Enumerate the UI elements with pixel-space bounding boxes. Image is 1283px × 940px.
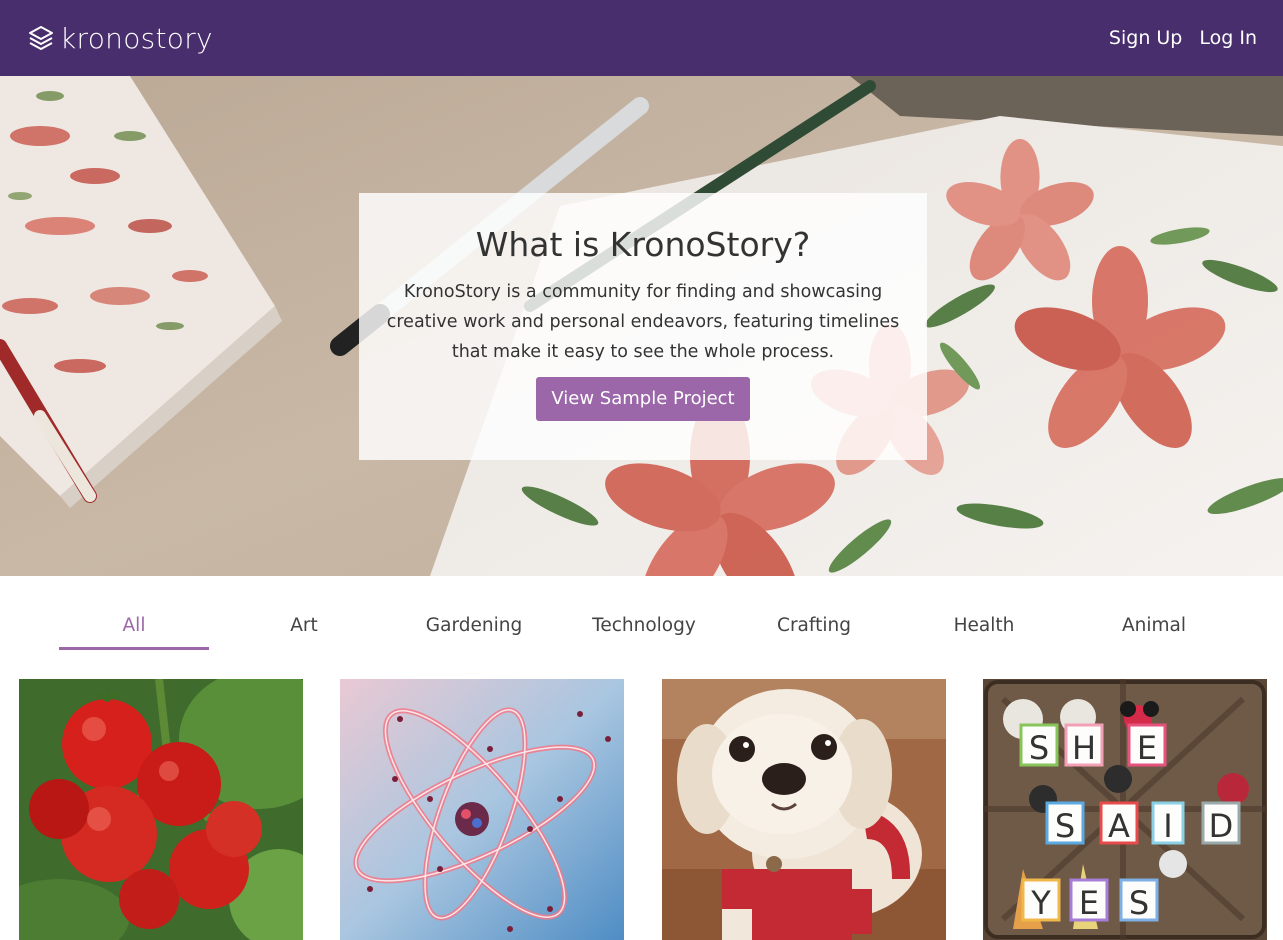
hero-info-card: What is KronoStory? KronoStory is a comm… xyxy=(359,193,927,460)
letters-image: S H E S A I D Y E S xyxy=(983,679,1267,940)
project-card-tomatoes[interactable] xyxy=(19,679,303,940)
brand-logo-link[interactable]: kronostory xyxy=(28,18,213,58)
svg-text:E: E xyxy=(1137,729,1157,767)
tab-animal[interactable]: Animal xyxy=(1069,600,1239,650)
tab-crafting[interactable]: Crafting xyxy=(729,600,899,650)
login-link[interactable]: Log In xyxy=(1199,27,1257,49)
tab-health[interactable]: Health xyxy=(899,600,1069,650)
category-tabs: All Art Gardening Technology Crafting He… xyxy=(49,600,1239,650)
tab-art[interactable]: Art xyxy=(219,600,389,650)
brand-name: kronostory xyxy=(60,21,213,55)
svg-text:D: D xyxy=(1209,807,1234,845)
top-navbar: kronostory Sign Up Log In xyxy=(0,0,1283,76)
atom-image xyxy=(340,679,624,940)
svg-text:S: S xyxy=(1055,807,1075,845)
tab-technology[interactable]: Technology xyxy=(559,600,729,650)
svg-text:S: S xyxy=(1129,884,1149,922)
view-sample-project-button[interactable]: View Sample Project xyxy=(536,377,750,421)
svg-text:Y: Y xyxy=(1030,884,1051,922)
hero-title: What is KronoStory? xyxy=(475,225,811,264)
signup-link[interactable]: Sign Up xyxy=(1109,27,1182,49)
svg-text:H: H xyxy=(1072,729,1096,767)
layers-icon xyxy=(29,26,53,50)
nav-links: Sign Up Log In xyxy=(1092,0,1257,76)
svg-text:E: E xyxy=(1079,884,1099,922)
dog-image xyxy=(662,679,946,940)
tab-all[interactable]: All xyxy=(49,600,219,650)
hero-description: KronoStory is a community for finding an… xyxy=(386,282,900,362)
svg-text:S: S xyxy=(1029,729,1049,767)
svg-text:A: A xyxy=(1108,807,1130,845)
tomatoes-image xyxy=(19,679,303,940)
svg-text:I: I xyxy=(1163,807,1172,845)
project-card-atom[interactable] xyxy=(340,679,624,940)
tab-gardening[interactable]: Gardening xyxy=(389,600,559,650)
project-card-she-said-yes[interactable]: S H E S A I D Y E S xyxy=(983,679,1267,940)
hero-banner: What is KronoStory? KronoStory is a comm… xyxy=(0,76,1283,576)
project-card-dog[interactable] xyxy=(662,679,946,940)
